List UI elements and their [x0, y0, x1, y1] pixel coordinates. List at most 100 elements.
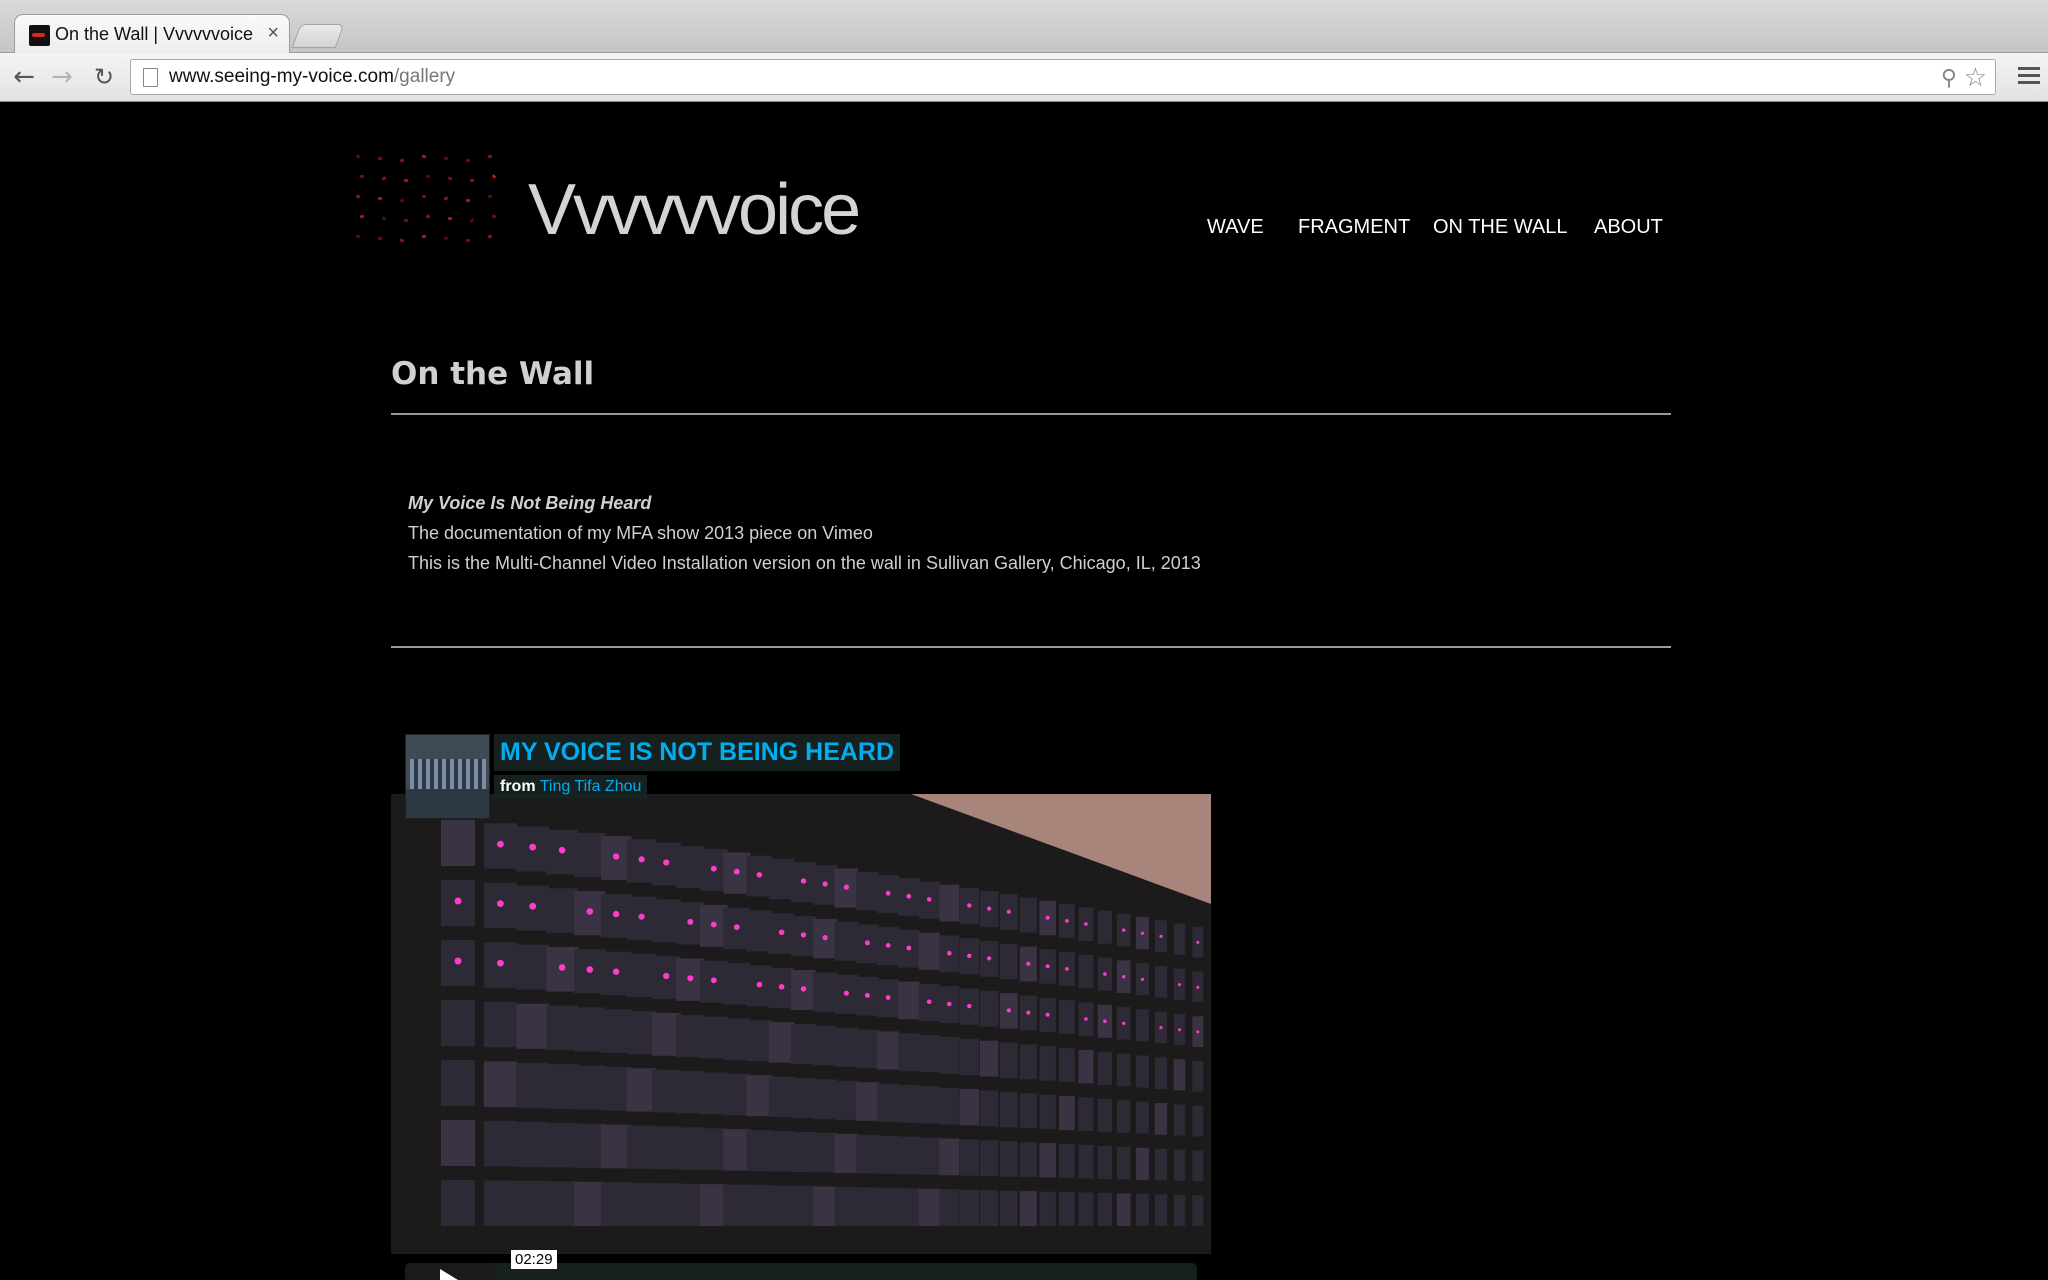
url-text[interactable]: www.seeing-my-voice.com/gallery	[169, 66, 455, 88]
nav-link-wave[interactable]: WAVE	[1207, 216, 1264, 239]
wall-panel	[813, 1025, 838, 1066]
wall-panel	[746, 1185, 773, 1226]
pink-light	[1103, 1019, 1107, 1023]
logo-dot	[377, 196, 383, 201]
video-frame[interactable]	[391, 794, 1211, 1254]
wall-panel	[516, 1062, 549, 1108]
pink-light	[586, 966, 594, 973]
nav-link-fragment[interactable]: FRAGMENT	[1298, 216, 1410, 239]
wall-panel	[1135, 1101, 1149, 1134]
wall-panel	[1097, 1192, 1113, 1226]
logo-dot	[487, 154, 493, 159]
pink-light	[586, 908, 594, 915]
wall-panel	[1154, 1148, 1168, 1181]
wall-panel	[1078, 954, 1094, 989]
pink-light	[987, 956, 992, 961]
wall-panel	[546, 1181, 579, 1226]
wall-panel	[979, 1190, 999, 1226]
logo-dot	[421, 154, 427, 159]
wall-panel	[791, 1024, 816, 1064]
pink-light	[1045, 1012, 1050, 1017]
favicon-icon	[29, 25, 50, 46]
logo-dot	[465, 158, 471, 163]
url-host: www.seeing-my-voice.com	[169, 66, 394, 87]
wall-panel	[877, 1031, 900, 1070]
logo-dot	[443, 196, 449, 201]
pink-light	[1084, 922, 1088, 926]
work-title: My Voice Is Not Being Heard	[408, 493, 652, 513]
wall-panel	[441, 1120, 475, 1166]
menu-icon[interactable]	[2018, 63, 2040, 89]
divider	[391, 413, 1671, 415]
play-icon[interactable]	[405, 1263, 495, 1280]
pink-light	[967, 953, 972, 958]
wall-panel	[834, 1080, 859, 1120]
new-tab-button[interactable]	[291, 24, 345, 48]
pink-light	[906, 945, 912, 951]
video-author-link[interactable]: Ting Tifa Zhou	[540, 778, 642, 795]
logo-dot	[487, 194, 493, 199]
video-title[interactable]: MY VOICE IS NOT BEING HEARD	[494, 734, 901, 771]
address-bar[interactable]: www.seeing-my-voice.com/gallery ⚲ ☆	[130, 59, 1996, 95]
wall-panel	[1192, 1195, 1204, 1226]
wall-panel	[546, 888, 579, 933]
pink-light	[663, 859, 670, 866]
wall-panel	[1173, 1194, 1186, 1226]
logo-dot	[465, 198, 471, 203]
logo-dot	[399, 198, 405, 203]
forward-icon[interactable]: →	[46, 61, 78, 93]
url-path: /gallery	[393, 66, 456, 87]
back-icon[interactable]: ←	[8, 61, 40, 93]
nav-link-about[interactable]: ABOUT	[1594, 216, 1663, 239]
pink-light	[1084, 1017, 1088, 1021]
wall-panel	[856, 1187, 879, 1226]
pink-light	[1196, 1030, 1200, 1034]
pink-light	[497, 900, 504, 907]
wall-panel	[1059, 1144, 1075, 1178]
pink-light	[558, 846, 566, 854]
wall-panel	[1135, 1147, 1149, 1180]
nav-link-on-the-wall[interactable]: ON THE WALL	[1433, 216, 1567, 239]
pink-light	[906, 893, 912, 899]
wall-panel	[979, 990, 999, 1027]
pink-light	[1140, 931, 1144, 935]
wall-panel	[768, 858, 795, 900]
pink-light	[864, 992, 870, 998]
tab-close-icon[interactable]: ×	[267, 22, 279, 45]
wall-panel	[516, 1180, 549, 1226]
browser-toolbar: ← → ↻ www.seeing-my-voice.com/gallery ⚲ …	[0, 53, 2048, 102]
pink-light	[454, 897, 462, 905]
search-icon[interactable]: ⚲	[1941, 66, 1957, 91]
video-thumbnail[interactable]	[405, 734, 490, 819]
video-still	[391, 794, 1211, 1254]
wall-panel	[999, 1091, 1018, 1128]
logo-dot	[443, 156, 449, 161]
pink-light	[1026, 961, 1031, 966]
pink-light	[947, 950, 952, 956]
wall-panel	[834, 1133, 859, 1173]
pink-light	[1122, 928, 1126, 932]
reload-icon[interactable]: ↻	[88, 61, 120, 93]
divider	[391, 646, 1671, 648]
wall-panel	[746, 910, 773, 952]
wall-panel	[834, 921, 859, 961]
wall-panel	[979, 1090, 999, 1127]
video-embed[interactable]: MY VOICE IS NOT BEING HEARD from Ting Ti…	[391, 730, 1211, 1280]
tab-title: On the Wall | Vvvvvvoice	[55, 24, 254, 44]
pink-light	[1103, 972, 1107, 976]
wall-panel	[918, 1137, 940, 1175]
wall-panel	[939, 884, 960, 922]
wall-panel	[834, 1027, 859, 1067]
video-byline: from Ting Tifa Zhou	[494, 775, 648, 799]
wall-panel	[959, 1038, 979, 1076]
star-icon[interactable]: ☆	[1964, 63, 1987, 93]
wall-panel	[1019, 1044, 1037, 1080]
wall-panel	[979, 1140, 999, 1177]
page-title: On the Wall	[391, 356, 595, 392]
wall-panel	[1135, 1193, 1149, 1226]
wall-panel	[939, 1189, 960, 1226]
pink-light	[612, 968, 620, 975]
wall-panel	[441, 1000, 475, 1046]
browser-tab[interactable]: On the Wall | Vvvvvvoice ×	[14, 14, 290, 54]
wall-panel	[791, 1186, 816, 1226]
